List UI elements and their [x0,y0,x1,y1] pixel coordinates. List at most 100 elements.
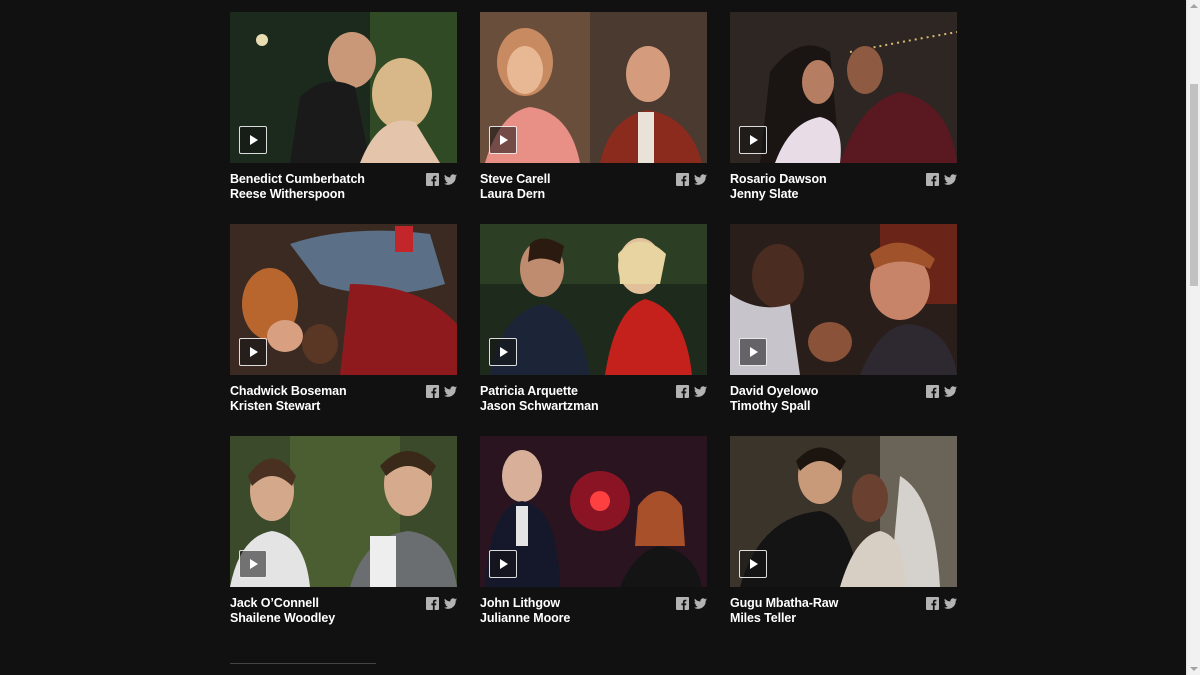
card-meta: Jack O’Connell Shailene Woodley [230,596,457,636]
share-buttons [676,173,707,186]
twitter-icon[interactable] [444,385,457,398]
scroll-up-arrow-icon[interactable] [1190,4,1198,8]
actor-names: John Lithgow Julianne Moore [480,596,707,626]
card-meta: Steve Carell Laura Dern [480,172,707,212]
video-thumbnail[interactable] [230,224,457,375]
play-button[interactable] [239,126,267,154]
play-button[interactable] [739,338,767,366]
actor-name: Laura Dern [480,187,545,201]
play-button[interactable] [739,550,767,578]
play-icon [500,135,508,145]
card-meta: David Oyelowo Timothy Spall [730,384,957,424]
facebook-icon[interactable] [926,173,939,186]
facebook-icon[interactable] [426,597,439,610]
card-meta: Gugu Mbatha-Raw Miles Teller [730,596,957,636]
play-button[interactable] [239,550,267,578]
video-card: David Oyelowo Timothy Spall [730,224,957,436]
actor-name: Shailene Woodley [230,611,336,625]
card-meta: John Lithgow Julianne Moore [480,596,707,636]
video-grid: Benedict Cumberbatch Reese Witherspoon S… [230,12,957,648]
actor-names: Jack O’Connell Shailene Woodley [230,596,457,626]
video-card: Rosario Dawson Jenny Slate [730,12,957,224]
twitter-icon[interactable] [694,597,707,610]
facebook-icon[interactable] [926,597,939,610]
scroll-down-arrow-icon[interactable] [1190,667,1198,671]
twitter-icon[interactable] [944,173,957,186]
share-buttons [426,385,457,398]
actor-name: Julianne Moore [480,611,571,625]
video-thumbnail[interactable] [480,12,707,163]
actor-name: Chadwick Boseman [230,384,347,398]
actor-name: Benedict Cumberbatch [230,172,365,186]
twitter-icon[interactable] [694,385,707,398]
card-meta: Benedict Cumberbatch Reese Witherspoon [230,172,457,212]
actor-name: Patricia Arquette [480,384,578,398]
actor-names: Steve Carell Laura Dern [480,172,707,202]
twitter-icon[interactable] [444,597,457,610]
vertical-scrollbar[interactable] [1186,0,1200,675]
share-buttons [676,385,707,398]
actor-name: Jenny Slate [730,187,799,201]
share-buttons [926,597,957,610]
twitter-icon[interactable] [944,597,957,610]
actor-names: David Oyelowo Timothy Spall [730,384,957,414]
video-thumbnail[interactable] [230,12,457,163]
play-button[interactable] [239,338,267,366]
play-button[interactable] [739,126,767,154]
play-button[interactable] [489,126,517,154]
section-divider [230,663,376,664]
share-buttons [426,173,457,186]
video-card: Benedict Cumberbatch Reese Witherspoon [230,12,457,224]
page: Benedict Cumberbatch Reese Witherspoon S… [0,0,1200,675]
video-thumbnail[interactable] [230,436,457,587]
play-icon [750,135,758,145]
actor-name: Steve Carell [480,172,551,186]
video-thumbnail[interactable] [730,436,957,587]
actor-name: Miles Teller [730,611,796,625]
facebook-icon[interactable] [676,385,689,398]
actor-name: Timothy Spall [730,399,811,413]
video-thumbnail[interactable] [480,224,707,375]
play-button[interactable] [489,550,517,578]
video-thumbnail[interactable] [730,224,957,375]
play-icon [750,347,758,357]
share-buttons [926,173,957,186]
facebook-icon[interactable] [676,597,689,610]
video-thumbnail[interactable] [730,12,957,163]
play-button[interactable] [489,338,517,366]
play-icon [250,347,258,357]
facebook-icon[interactable] [426,173,439,186]
actor-name: Kristen Stewart [230,399,321,413]
facebook-icon[interactable] [426,385,439,398]
play-icon [750,559,758,569]
video-thumbnail[interactable] [480,436,707,587]
card-meta: Patricia Arquette Jason Schwartzman [480,384,707,424]
actor-name: Gugu Mbatha-Raw [730,596,839,610]
card-meta: Rosario Dawson Jenny Slate [730,172,957,212]
play-icon [250,559,258,569]
facebook-icon[interactable] [676,173,689,186]
share-buttons [926,385,957,398]
play-icon [500,559,508,569]
actor-name: Jason Schwartzman [480,399,599,413]
actor-names: Chadwick Boseman Kristen Stewart [230,384,457,414]
video-card: John Lithgow Julianne Moore [480,436,707,648]
video-card: Steve Carell Laura Dern [480,12,707,224]
actor-names: Patricia Arquette Jason Schwartzman [480,384,707,414]
share-buttons [426,597,457,610]
actor-name: David Oyelowo [730,384,819,398]
twitter-icon[interactable] [944,385,957,398]
actor-name: Rosario Dawson [730,172,827,186]
video-card: Jack O’Connell Shailene Woodley [230,436,457,648]
actor-name: Jack O’Connell [230,596,319,610]
share-buttons [676,597,707,610]
video-card: Gugu Mbatha-Raw Miles Teller [730,436,957,648]
actor-names: Benedict Cumberbatch Reese Witherspoon [230,172,457,202]
actor-names: Gugu Mbatha-Raw Miles Teller [730,596,957,626]
card-meta: Chadwick Boseman Kristen Stewart [230,384,457,424]
twitter-icon[interactable] [444,173,457,186]
twitter-icon[interactable] [694,173,707,186]
scrollbar-thumb[interactable] [1190,84,1198,286]
actor-name: John Lithgow [480,596,561,610]
facebook-icon[interactable] [926,385,939,398]
